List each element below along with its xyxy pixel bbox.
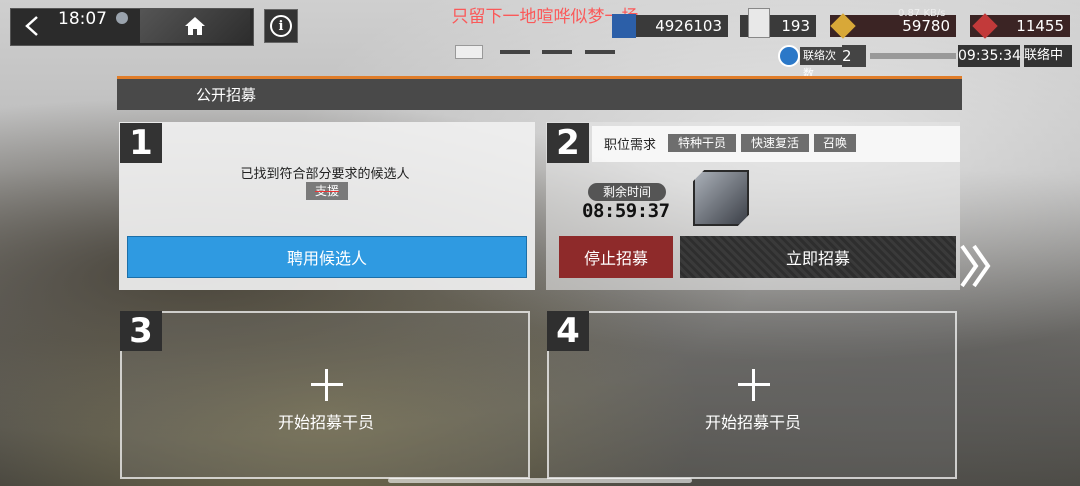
moon-icon <box>116 12 128 24</box>
info-icon: i <box>270 15 292 37</box>
expedite-recruit-button[interactable]: 立即招募 <box>680 236 956 278</box>
back-button[interactable] <box>12 9 52 43</box>
contact-icon <box>778 45 800 67</box>
operator-class-icon <box>693 170 749 226</box>
candidate-tag: 支援 <box>306 182 348 200</box>
sanity-icon <box>748 8 770 38</box>
remaining-time: 08:59:37 <box>582 200 670 222</box>
plus-icon <box>734 365 774 405</box>
lmd-icon <box>612 14 636 38</box>
requirement-tag: 召唤 <box>814 134 856 152</box>
page-indicator-dot[interactable] <box>585 50 615 54</box>
network-speed: 0.87 KB/s <box>898 8 946 19</box>
requirement-tag: 特种干员 <box>668 134 736 152</box>
contact-label: 联络次数 <box>800 47 844 80</box>
page-indicator-dot[interactable] <box>500 50 530 54</box>
home-button[interactable] <box>140 9 250 43</box>
home-icon <box>185 17 205 35</box>
info-button[interactable]: i <box>264 9 298 43</box>
contact-progress-bar <box>870 53 956 59</box>
stop-recruit-button[interactable]: 停止招募 <box>559 236 673 278</box>
clock: 18:07 <box>58 9 107 29</box>
next-page-button[interactable] <box>958 240 992 292</box>
slot-number: 4 <box>547 311 589 351</box>
page-title: 公开招募 <box>196 86 257 104</box>
resource-lmd: 4926103 <box>622 15 728 37</box>
contact-count: 2 <box>842 45 866 67</box>
start-recruit-label: 开始招募干员 <box>704 413 801 432</box>
page-indicator-active[interactable] <box>455 45 483 59</box>
slot-number: 1 <box>120 123 162 163</box>
slot-number: 2 <box>547 123 589 163</box>
contact-status: 联络中 <box>1024 45 1072 67</box>
hire-candidate-button[interactable]: 聘用候选人 <box>127 236 527 278</box>
requirement-tag: 快速复活 <box>741 134 809 152</box>
chevron-left-icon <box>25 16 38 36</box>
contact-time: 09:35:34 <box>958 45 1021 67</box>
requirements-label: 职位需求 <box>604 138 657 153</box>
slot-number: 3 <box>120 311 162 351</box>
page-indicator-dot[interactable] <box>542 50 572 54</box>
double-chevron-right-icon <box>960 244 991 288</box>
home-indicator[interactable] <box>388 478 692 483</box>
plus-icon <box>307 365 347 405</box>
remaining-time-label: 剩余时间 <box>588 183 666 201</box>
candidate-found-message: 已找到符合部分要求的候选人 <box>240 167 410 182</box>
start-recruit-label: 开始招募干员 <box>277 413 374 432</box>
